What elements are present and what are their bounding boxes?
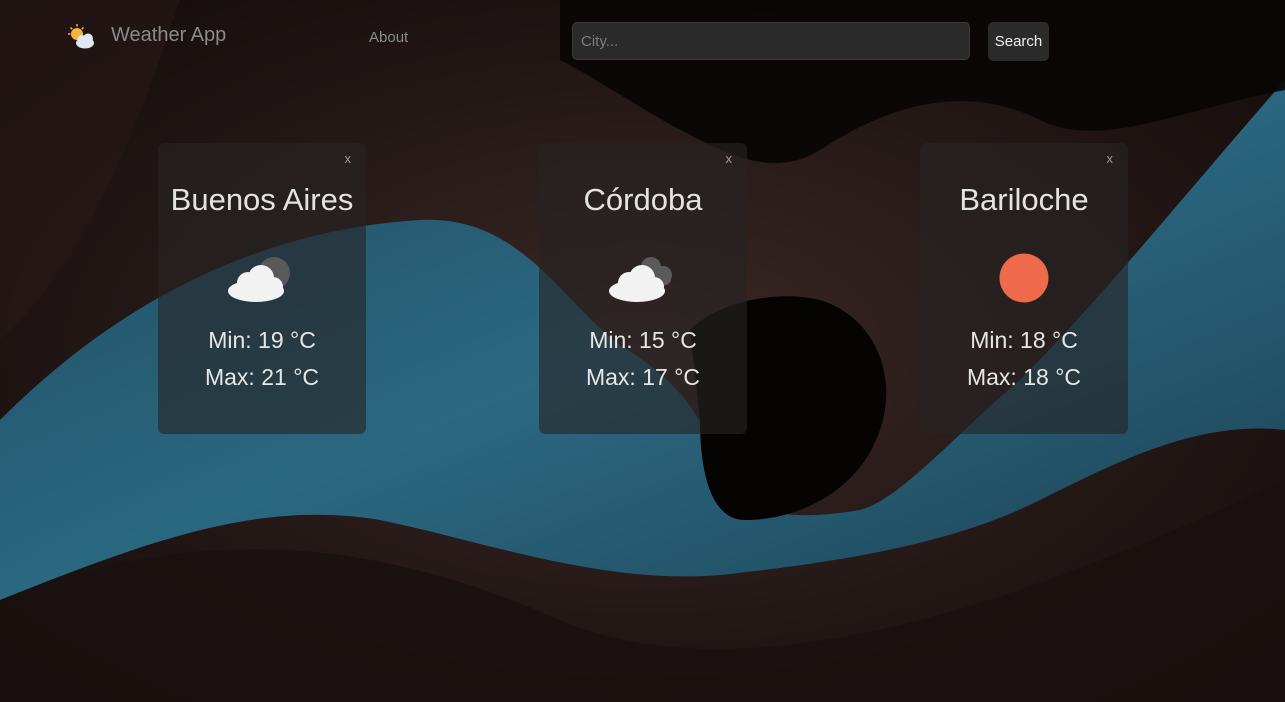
app-title[interactable]: Weather App	[111, 24, 226, 47]
sun-icon	[988, 251, 1060, 305]
card-city-name: Buenos Aires	[170, 182, 354, 217]
cloudy-icon	[226, 251, 298, 305]
card-city-name: Bariloche	[959, 182, 1089, 217]
card-city-name: Córdoba	[583, 182, 703, 217]
weather-card: x Córdoba Min: 15 °C Max: 17 °C	[539, 143, 747, 434]
city-search-input[interactable]	[572, 22, 970, 60]
top-navbar: Weather App About Search	[0, 0, 1285, 80]
weather-card: x Buenos Aires Min: 19 °C Max: 21 °C	[158, 143, 366, 434]
about-link[interactable]: About	[369, 29, 408, 46]
search-button[interactable]: Search	[988, 22, 1049, 61]
max-temperature: Max: 17 °C	[585, 364, 700, 390]
min-temperature: Min: 15 °C	[589, 327, 697, 353]
close-card-button[interactable]: x	[726, 151, 733, 166]
max-temperature: Max: 21 °C	[204, 364, 319, 390]
weather-card: x Bariloche Min: 18 °C Max: 18 °C	[920, 143, 1128, 434]
min-temperature: Min: 19 °C	[208, 327, 316, 353]
max-temperature: Max: 18 °C	[966, 364, 1081, 390]
min-temperature: Min: 18 °C	[970, 327, 1078, 353]
close-card-button[interactable]: x	[1107, 151, 1114, 166]
sun-cloud-icon	[66, 24, 96, 50]
close-card-button[interactable]: x	[345, 151, 352, 166]
overcast-icon	[607, 251, 679, 305]
